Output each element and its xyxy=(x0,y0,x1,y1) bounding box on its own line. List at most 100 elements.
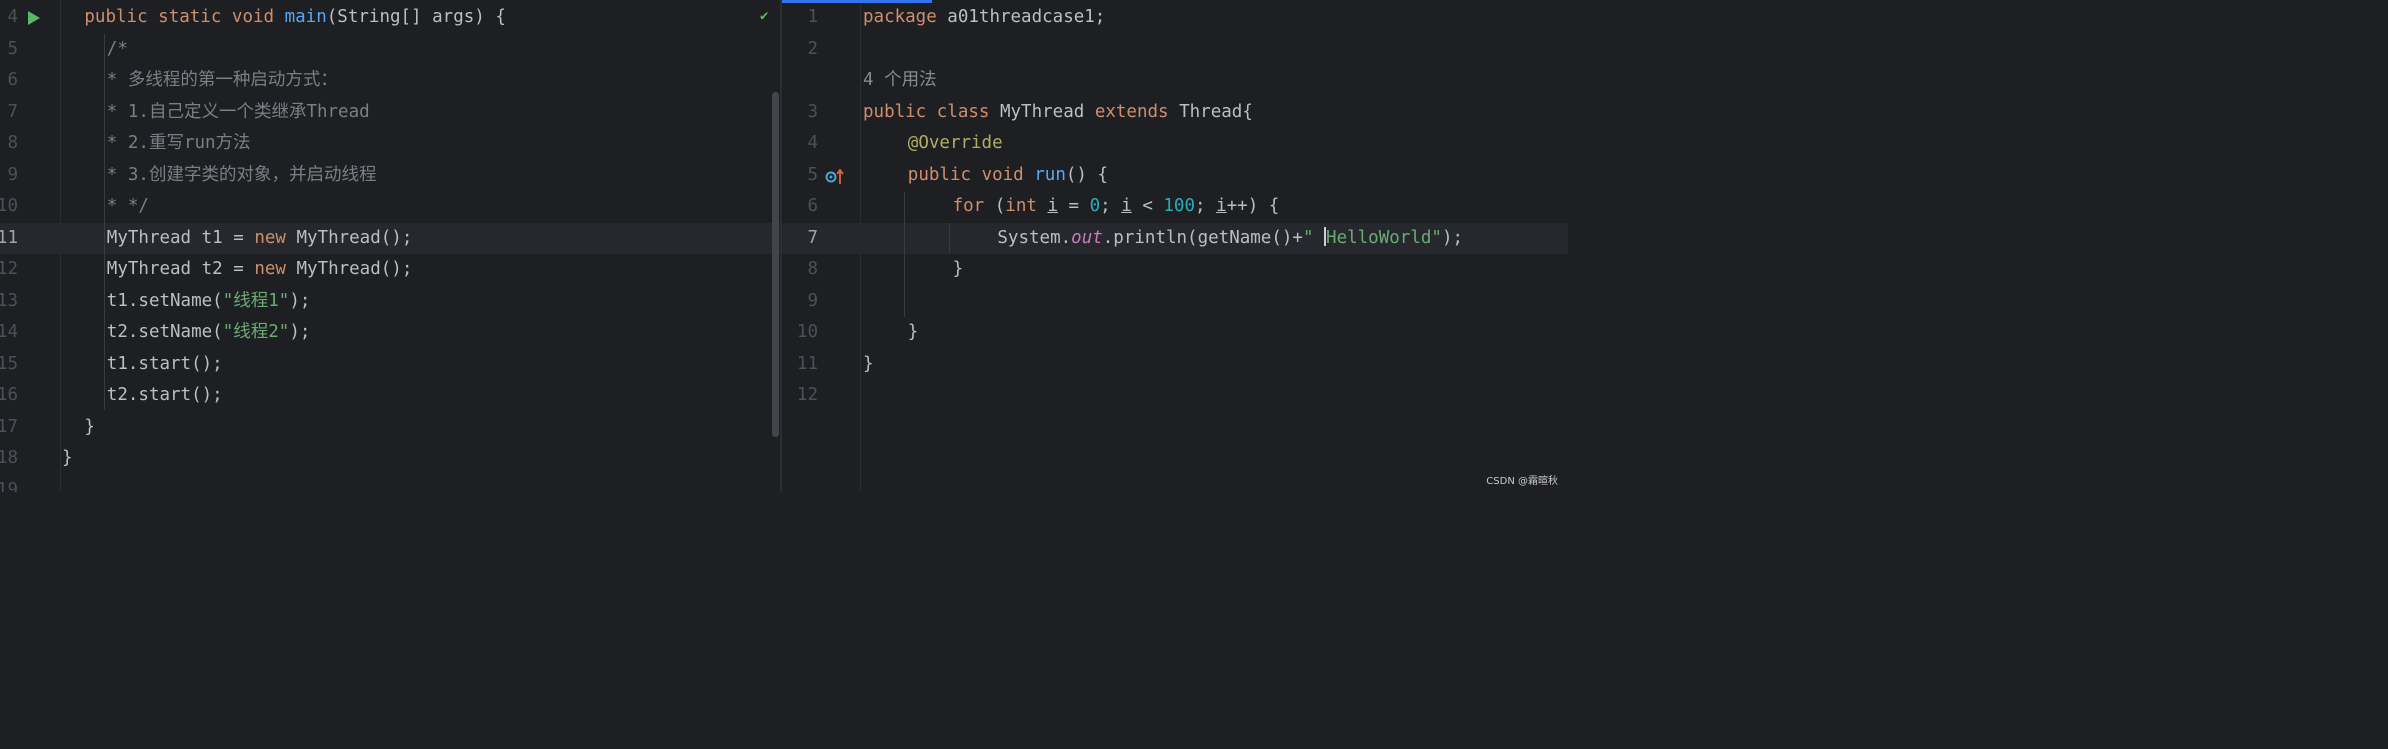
code-line[interactable]: 17} xyxy=(0,412,780,444)
code-line[interactable]: 8 * 2.重写run方法 xyxy=(0,128,780,160)
code-text[interactable]: public static void main(String[] args) { xyxy=(84,2,506,34)
code-line[interactable]: 5 public void run() { xyxy=(782,160,1568,192)
code-token: System. xyxy=(997,227,1072,248)
line-number[interactable]: 6 xyxy=(0,65,18,97)
code-text[interactable]: * 多线程的第一种启动方式： xyxy=(107,65,338,97)
line-number[interactable]: 18 xyxy=(0,443,18,475)
code-line[interactable]: 13 t1.setName("线程1"); xyxy=(0,286,780,318)
line-number[interactable]: 17 xyxy=(0,412,18,444)
line-number[interactable]: 11 xyxy=(790,349,818,381)
code-text[interactable]: 4 个用法 xyxy=(863,65,937,97)
line-number[interactable]: 10 xyxy=(790,317,818,349)
code-line[interactable]: 1 package a01threadcase1; xyxy=(782,2,1568,34)
line-number[interactable]: 14 xyxy=(0,317,18,349)
line-number[interactable]: 8 xyxy=(790,254,818,286)
line-number[interactable]: 1 xyxy=(790,2,818,34)
line-number[interactable]: 12 xyxy=(790,380,818,412)
line-number[interactable]: 6 xyxy=(790,191,818,223)
code-text[interactable]: * 2.重写run方法 xyxy=(107,128,251,160)
override-marker-icon[interactable] xyxy=(825,168,845,186)
code-line[interactable]: 8} xyxy=(782,254,1568,286)
line-number[interactable]: 7 xyxy=(0,97,18,129)
code-text[interactable]: /* xyxy=(107,34,128,66)
vertical-scrollbar[interactable] xyxy=(772,92,779,437)
code-text[interactable]: * */ xyxy=(107,191,149,223)
line-number[interactable]: 11 xyxy=(0,223,18,255)
code-token: void xyxy=(981,164,1035,185)
left-editor-pane[interactable]: 4 public static void main(String[] args) … xyxy=(0,0,780,492)
code-text[interactable]: public void run() { xyxy=(908,160,1108,192)
code-token: } xyxy=(907,322,919,342)
checkmark-icon[interactable]: ✔ xyxy=(760,8,768,24)
line-number[interactable]: 3 xyxy=(790,97,818,129)
code-text[interactable]: System.out.println(getName()+" HelloWorl… xyxy=(997,223,1463,255)
run-icon[interactable] xyxy=(27,10,41,26)
line-number[interactable]: 4 xyxy=(790,128,818,160)
line-number[interactable]: 19 xyxy=(0,475,18,493)
line-number[interactable]: 9 xyxy=(0,160,18,192)
code-text[interactable]: } xyxy=(84,412,95,444)
code-line[interactable]: 4 个用法 xyxy=(782,65,1568,97)
code-text[interactable]: MyThread t2 = new MyThread(); xyxy=(107,254,413,286)
code-line[interactable]: 7 System.out.println(getName()+" HelloWor… xyxy=(782,222,1568,255)
code-text[interactable]: * 1.自己定义一个类继承Thread xyxy=(107,97,370,129)
code-line[interactable]: 6 * 多线程的第一种启动方式： xyxy=(0,65,780,97)
code-text[interactable]: t2.setName("线程2"); xyxy=(107,317,311,349)
code-text[interactable]: MyThread t1 = new MyThread(); xyxy=(107,223,413,255)
code-text[interactable]: t1.setName("线程1"); xyxy=(107,286,311,318)
code-text[interactable]: } xyxy=(908,317,919,349)
code-text[interactable]: t2.start(); xyxy=(107,380,223,412)
line-number[interactable]: 13 xyxy=(0,286,18,318)
code-token: (String[] args) { xyxy=(326,7,506,27)
code-text[interactable]: @Override xyxy=(908,128,1003,160)
line-number[interactable]: 5 xyxy=(0,34,18,66)
code-text[interactable]: } xyxy=(62,443,73,475)
code-line[interactable]: 19 xyxy=(0,475,780,493)
line-number[interactable]: 2 xyxy=(790,34,818,66)
code-line[interactable]: 10} xyxy=(782,317,1568,349)
code-line[interactable]: 12 MyThread t2 = new MyThread(); xyxy=(0,254,780,286)
code-token: main xyxy=(284,7,327,27)
code-token: i xyxy=(1121,196,1132,216)
code-line[interactable]: 9 * 3.创建字类的对象，并启动线程 xyxy=(0,160,780,192)
line-number[interactable]: 9 xyxy=(790,286,818,318)
code-text[interactable]: for (int i = 0; i < 100; i++) { xyxy=(953,191,1280,223)
line-number[interactable]: 7 xyxy=(790,223,818,255)
watermark: CSDN @霜暄秋 xyxy=(1486,476,1558,487)
code-line[interactable]: 11} xyxy=(782,349,1568,381)
line-number[interactable]: 15 xyxy=(0,349,18,381)
code-token: i xyxy=(1047,196,1058,216)
code-line[interactable]: 11 MyThread t1 = new MyThread(); xyxy=(0,222,780,255)
code-line[interactable]: 2 xyxy=(782,34,1568,66)
code-token: for xyxy=(952,196,995,216)
code-text[interactable]: } xyxy=(953,254,964,286)
line-number[interactable]: 4 xyxy=(0,2,18,34)
code-line[interactable]: 9 xyxy=(782,286,1568,318)
code-line[interactable]: 3 public class MyThread extends Thread{ xyxy=(782,97,1568,129)
code-line[interactable]: 7 * 1.自己定义一个类继承Thread xyxy=(0,97,780,129)
code-text[interactable]: * 3.创建字类的对象，并启动线程 xyxy=(107,160,377,192)
code-text[interactable]: package a01threadcase1; xyxy=(863,2,1105,34)
code-line[interactable]: 14 t2.setName("线程2"); xyxy=(0,317,780,349)
code-line[interactable]: 18} xyxy=(0,443,780,475)
line-number[interactable]: 16 xyxy=(0,380,18,412)
code-token: = xyxy=(1058,196,1090,216)
code-line[interactable]: 12 xyxy=(782,380,1568,412)
code-line[interactable]: 10 * */ xyxy=(0,191,780,223)
right-editor-pane[interactable]: 1 package a01threadcase1; 2 4 个用法 3 public cl… xyxy=(782,0,1568,492)
code-text[interactable]: } xyxy=(863,349,874,381)
code-line[interactable]: 4 public static void main(String[] args) … xyxy=(0,2,780,34)
code-line[interactable]: 4 @Override xyxy=(782,128,1568,160)
code-line[interactable]: 16 t2.start(); xyxy=(0,380,780,412)
code-token: new xyxy=(254,227,297,248)
code-token: new xyxy=(254,259,297,279)
code-text[interactable]: public class MyThread extends Thread{ xyxy=(863,97,1253,129)
code-line[interactable]: 5 /* xyxy=(0,34,780,66)
line-number[interactable]: 8 xyxy=(0,128,18,160)
line-number[interactable]: 10 xyxy=(0,191,18,223)
line-number[interactable]: 5 xyxy=(790,160,818,192)
line-number[interactable]: 12 xyxy=(0,254,18,286)
code-text[interactable]: t1.start(); xyxy=(107,349,223,381)
code-line[interactable]: 15 t1.start(); xyxy=(0,349,780,381)
code-line[interactable]: 6 for (int i = 0; i < 100; i++) { xyxy=(782,191,1568,223)
